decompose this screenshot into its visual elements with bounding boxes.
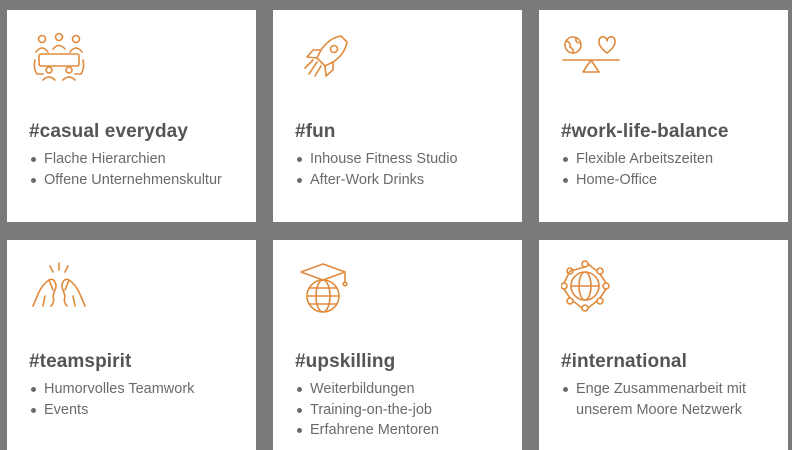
- benefit-card-fun: #fun Inhouse Fitness Studio After-Work D…: [273, 10, 522, 222]
- card-title: #upskilling: [295, 351, 396, 372]
- list-item: After-Work Drinks: [295, 170, 522, 191]
- list-item: Home-Office: [561, 170, 788, 191]
- list-item-continuation: unserem Moore Netzwerk: [576, 401, 742, 418]
- network-icon: [561, 260, 621, 316]
- list-item: Offene Unternehmenskultur: [29, 170, 256, 191]
- benefit-list: Inhouse Fitness Studio After-Work Drinks: [295, 149, 522, 190]
- graduation-globe-icon: [295, 260, 355, 316]
- list-item: Weiterbildungen: [295, 379, 522, 400]
- benefit-list: Enge Zusammenarbeit mit unserem Moore Ne…: [561, 379, 788, 420]
- card-title: #work-life-balance: [561, 121, 729, 142]
- benefit-card-international: #international Enge Zusammenarbeit mit u…: [539, 240, 788, 450]
- benefit-list: Flexible Arbeitszeiten Home-Office: [561, 149, 788, 190]
- list-item: Flexible Arbeitszeiten: [561, 149, 788, 170]
- benefit-list: Weiterbildungen Training-on-the-job Erfa…: [295, 379, 522, 441]
- list-item: Inhouse Fitness Studio: [295, 149, 522, 170]
- card-title: #fun: [295, 121, 336, 142]
- card-title: #casual everyday: [29, 121, 188, 142]
- benefit-card-casual-everyday: #casual everyday Flache Hierarchien Offe…: [7, 10, 256, 222]
- list-item: Training-on-the-job: [295, 400, 522, 421]
- benefit-card-upskilling: #upskilling Weiterbildungen Training-on-…: [273, 240, 522, 450]
- card-title: #teamspirit: [29, 351, 132, 372]
- rocket-icon: [295, 30, 355, 86]
- card-title: #international: [561, 351, 687, 372]
- balance-scale-icon: [561, 30, 621, 86]
- people-meeting-icon: [29, 30, 89, 86]
- benefit-card-work-life-balance: #work-life-balance Flexible Arbeitszeite…: [539, 10, 788, 222]
- list-item: Flache Hierarchien: [29, 149, 256, 170]
- list-item: Humorvolles Teamwork: [29, 379, 256, 400]
- list-item: Events: [29, 400, 256, 421]
- benefit-list: Humorvolles Teamwork Events: [29, 379, 256, 420]
- list-item: Enge Zusammenarbeit mit: [561, 379, 788, 400]
- list-item: Erfahrene Mentoren: [295, 420, 522, 441]
- benefit-list: Flache Hierarchien Offene Unternehmensku…: [29, 149, 256, 190]
- benefit-card-teamspirit: #teamspirit Humorvolles Teamwork Events: [7, 240, 256, 450]
- high-five-icon: [29, 260, 89, 316]
